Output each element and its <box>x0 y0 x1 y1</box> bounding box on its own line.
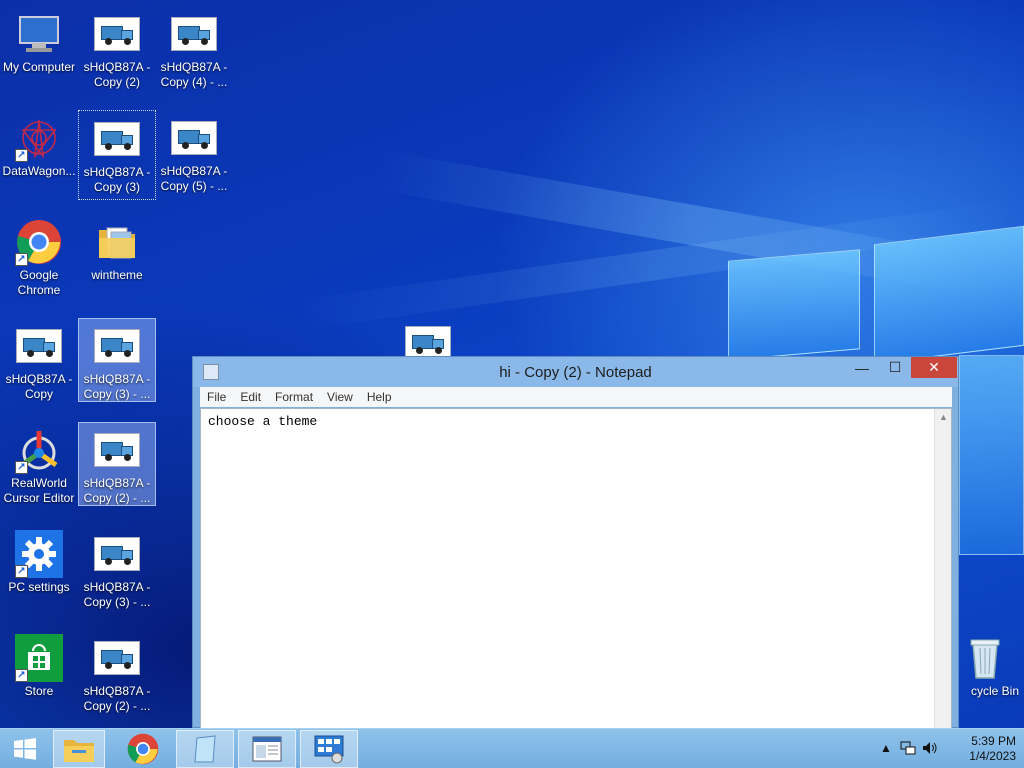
datawagon-icon: ↗ <box>15 114 63 162</box>
taskbar: ▲ 5:39 PM 1/4/2023 <box>0 728 1024 768</box>
desktop-icon-realworld-cursor-editor[interactable]: ↗ RealWorld Cursor Editor <box>0 422 78 512</box>
notepad-window[interactable]: hi - Copy (2) - Notepad — ☐ ✕ File Edit … <box>192 356 959 728</box>
desktop-icon-label: RealWorld Cursor Editor <box>3 476 75 505</box>
desktop-icon-label: Google Chrome <box>17 268 61 297</box>
text-editor-area[interactable]: choose a theme ▲ <box>200 408 952 728</box>
desktop-icon-shdqb87a-copy-3[interactable]: sHdQB87A - Copy (3) <box>78 110 156 200</box>
close-button[interactable]: ✕ <box>911 357 957 378</box>
folder-icon <box>93 218 141 266</box>
menu-view[interactable]: View <box>320 390 360 404</box>
image-file-icon <box>93 323 141 370</box>
image-file-icon <box>93 10 141 58</box>
show-hidden-icons-icon[interactable]: ▲ <box>880 741 892 755</box>
editor-text: choose a theme <box>208 414 318 429</box>
title-bar[interactable]: hi - Copy (2) - Notepad — ☐ ✕ <box>193 357 958 387</box>
notepad-icon <box>194 735 216 763</box>
desktop-icon-label: sHdQB87A - Copy (2) - ... <box>83 684 151 713</box>
desktop-icon-label: sHdQB87A - Copy (3) <box>83 165 151 194</box>
desktop-icon-my-computer[interactable]: My Computer <box>0 6 78 96</box>
wallpaper-window-pane <box>959 355 1024 555</box>
menu-bar: File Edit Format View Help <box>200 387 952 407</box>
desktop-icon-google-chrome[interactable]: ↗ Google Chrome <box>0 214 78 304</box>
menu-help[interactable]: Help <box>360 390 399 404</box>
shortcut-arrow-icon: ↗ <box>15 461 28 474</box>
desktop-icon-shdqb87a-copy[interactable]: sHdQB87A - Copy <box>0 318 78 408</box>
menu-edit[interactable]: Edit <box>233 390 268 404</box>
image-file-icon <box>93 634 141 682</box>
window-title: hi - Copy (2) - Notepad <box>499 364 652 381</box>
desktop-icon-label: PC settings <box>8 580 70 594</box>
wallpaper-window-pane <box>728 249 860 361</box>
system-tray: ▲ 5:39 PM 1/4/2023 <box>864 729 1024 768</box>
taskbar-chrome[interactable] <box>115 730 171 768</box>
desktop-icon-label: wintheme <box>91 268 143 282</box>
image-file-icon <box>404 326 452 360</box>
shortcut-arrow-icon: ↗ <box>15 565 28 578</box>
recycle-bin-icon <box>961 634 1009 682</box>
chrome-icon <box>127 733 159 765</box>
shortcut-arrow-icon: ↗ <box>15 253 28 266</box>
desktop-icon-wintheme[interactable]: wintheme <box>78 214 156 304</box>
desktop-icon-label: sHdQB87A - Copy (5) - ... <box>160 164 228 193</box>
desktop-icon-store[interactable]: ↗ Store <box>0 630 78 720</box>
wallpaper-window-pane <box>874 225 1024 365</box>
cursor-editor-icon: ↗ <box>15 426 63 474</box>
shortcut-arrow-icon: ↗ <box>15 669 28 682</box>
taskbar-notepad[interactable] <box>176 730 234 768</box>
image-file-icon <box>93 530 141 578</box>
start-icon <box>14 738 36 760</box>
menu-format[interactable]: Format <box>268 390 320 404</box>
taskbar-window-app[interactable] <box>238 730 296 768</box>
desktop-icon-shdqb87a-copy-3-c[interactable]: sHdQB87A - Copy (3) - ... <box>78 526 156 616</box>
desktop-icon-datawagon[interactable]: ↗ DataWagon... <box>0 110 78 200</box>
desktop-icon-shdqb87a-copy-2[interactable]: sHdQB87A - Copy (2) <box>78 6 156 96</box>
store-icon: ↗ <box>15 634 63 682</box>
network-icon[interactable] <box>900 741 916 758</box>
gear-icon: ↗ <box>15 530 63 578</box>
desktop-icon-label: sHdQB87A - Copy (2) <box>83 60 151 89</box>
desktop-icon-shdqb87a-copy-4[interactable]: sHdQB87A - Copy (4) - ... <box>155 6 233 96</box>
menu-file[interactable]: File <box>200 390 233 404</box>
volume-icon[interactable] <box>922 741 938 758</box>
start-button[interactable] <box>0 730 50 768</box>
desktop-icon-label: sHdQB87A - Copy <box>5 372 73 401</box>
image-file-icon <box>170 114 218 162</box>
image-file-icon <box>93 115 141 163</box>
image-file-icon <box>170 10 218 58</box>
desktop-icon-shdqb87a-copy-5[interactable]: sHdQB87A - Copy (5) - ... <box>155 110 233 200</box>
desktop-icon-label: sHdQB87A - Copy (3) - ... <box>83 580 151 609</box>
taskbar-control-panel[interactable] <box>300 730 358 768</box>
vertical-scrollbar[interactable]: ▲ <box>934 409 951 728</box>
desktop-icon-label: Store <box>24 684 54 698</box>
clock-date: 1/4/2023 <box>969 749 1016 763</box>
clock[interactable]: 5:39 PM 1/4/2023 <box>969 734 1016 764</box>
shortcut-arrow-icon: ↗ <box>15 149 28 162</box>
image-file-icon <box>93 427 141 474</box>
desktop-icon-shdqb87a-copy-3-b[interactable]: sHdQB87A - Copy (3) - ... <box>78 318 156 402</box>
desktop-icon-label: DataWagon... <box>2 164 76 178</box>
file-explorer-icon <box>64 740 94 762</box>
taskbar-file-explorer[interactable] <box>53 730 105 768</box>
desktop[interactable]: My Computer ↗ DataWagon... ↗ Google Chro… <box>0 0 1024 728</box>
image-file-icon <box>15 322 63 370</box>
desktop-icon-shdqb87a-copy-2-c[interactable]: sHdQB87A - Copy (2) - ... <box>78 630 156 720</box>
desktop-icon-label: sHdQB87A - Copy (4) - ... <box>160 60 228 89</box>
desktop-icon-label: sHdQB87A - Copy (2) - ... <box>83 475 151 505</box>
scroll-up-arrow-icon[interactable]: ▲ <box>935 409 952 426</box>
maximize-button[interactable]: ☐ <box>881 357 909 378</box>
computer-icon <box>15 10 63 58</box>
desktop-icon-shdqb87a-copy-2-b[interactable]: sHdQB87A - Copy (2) - ... <box>78 422 156 506</box>
desktop-icon-label: sHdQB87A - Copy (3) - ... <box>83 371 151 401</box>
desktop-icon-label: My Computer <box>2 60 76 74</box>
minimize-button[interactable]: — <box>848 357 876 378</box>
clock-time: 5:39 PM <box>971 734 1016 748</box>
desktop-icon-pc-settings[interactable]: ↗ PC settings <box>0 526 78 616</box>
window-app-icon <box>252 736 282 762</box>
control-panel-icon <box>314 735 344 764</box>
chrome-icon: ↗ <box>15 218 63 266</box>
